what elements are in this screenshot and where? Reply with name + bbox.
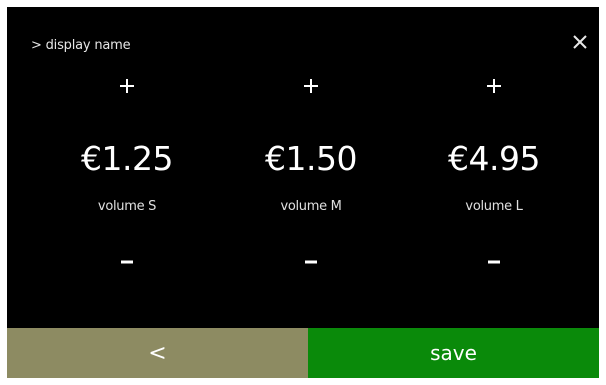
- price-value-m: €1.50: [265, 139, 357, 178]
- increase-price-button-s[interactable]: [102, 71, 152, 101]
- breadcrumb: > display name: [31, 38, 131, 53]
- plus-icon: [120, 79, 134, 93]
- price-settings-screen: > display name €1.25 volume S €1.50 volu…: [7, 7, 599, 378]
- minus-icon: [305, 260, 317, 264]
- size-label-l: volume L: [465, 199, 523, 214]
- decrease-price-button-m[interactable]: [286, 247, 336, 277]
- close-button[interactable]: [567, 29, 593, 55]
- price-column-volume-l: €4.95 volume L: [414, 67, 574, 282]
- footer-bar: < save: [7, 328, 599, 378]
- plus-icon: [304, 79, 318, 93]
- save-button[interactable]: save: [308, 328, 599, 378]
- close-icon: [573, 35, 587, 49]
- size-label-m: volume M: [280, 199, 342, 214]
- save-label: save: [430, 341, 477, 365]
- minus-icon: [488, 260, 500, 264]
- price-column-volume-m: €1.50 volume M: [231, 67, 391, 282]
- increase-price-button-m[interactable]: [286, 71, 336, 101]
- back-label: <: [148, 340, 167, 366]
- minus-icon: [121, 260, 133, 264]
- decrease-price-button-s[interactable]: [102, 247, 152, 277]
- back-button[interactable]: <: [7, 328, 308, 378]
- price-value-l: €4.95: [448, 139, 540, 178]
- price-column-volume-s: €1.25 volume S: [47, 67, 207, 282]
- increase-price-button-l[interactable]: [469, 71, 519, 101]
- plus-icon: [487, 79, 501, 93]
- price-value-s: €1.25: [81, 139, 173, 178]
- decrease-price-button-l[interactable]: [469, 247, 519, 277]
- size-label-s: volume S: [97, 199, 157, 214]
